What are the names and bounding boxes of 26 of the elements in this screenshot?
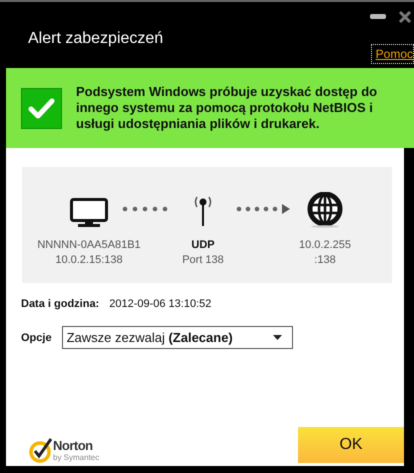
node-label: UDP (191, 238, 215, 253)
dotted-arrow-icon (236, 204, 292, 214)
node-label: 10.0.2.255 (299, 238, 351, 253)
checkmark-icon (21, 88, 62, 128)
norton-check-icon (29, 437, 53, 463)
node-label: 10.0.2.15:138 (55, 253, 123, 268)
globe-icon (306, 192, 344, 228)
monitor-icon (70, 198, 108, 228)
help-link[interactable]: Pomoc (370, 44, 414, 64)
node-label: :138 (314, 253, 336, 268)
close-icon[interactable] (399, 11, 411, 23)
antenna-icon (193, 194, 213, 228)
alert-message: Podsystem Windows próbuje uzyskać dostęp do innego systemu za pomocą protokołu NetBIOS i usługi udostępniania plików i drukarek. (76, 84, 378, 132)
brand-tagline: by Symantec (53, 453, 100, 462)
options-label: Opcje (21, 332, 52, 344)
dotted-line-icon (122, 205, 170, 213)
node-label: NNNNN-0AA5A81B1 (37, 238, 141, 253)
window-title: Alert zabezpieczeń (28, 30, 164, 48)
date-label: Data i godzina: (21, 298, 100, 310)
minimize-icon[interactable] (370, 14, 386, 20)
caret-icon (272, 335, 282, 340)
ok-button[interactable]: OK (298, 427, 404, 463)
node-label: Port 138 (182, 253, 224, 268)
brand-name: Norton (53, 438, 94, 453)
options-dropdown[interactable]: Zawsze zezwalaj (Zalecane) (62, 326, 293, 349)
date-value: 2012-09-06 13:10:52 (109, 298, 212, 310)
